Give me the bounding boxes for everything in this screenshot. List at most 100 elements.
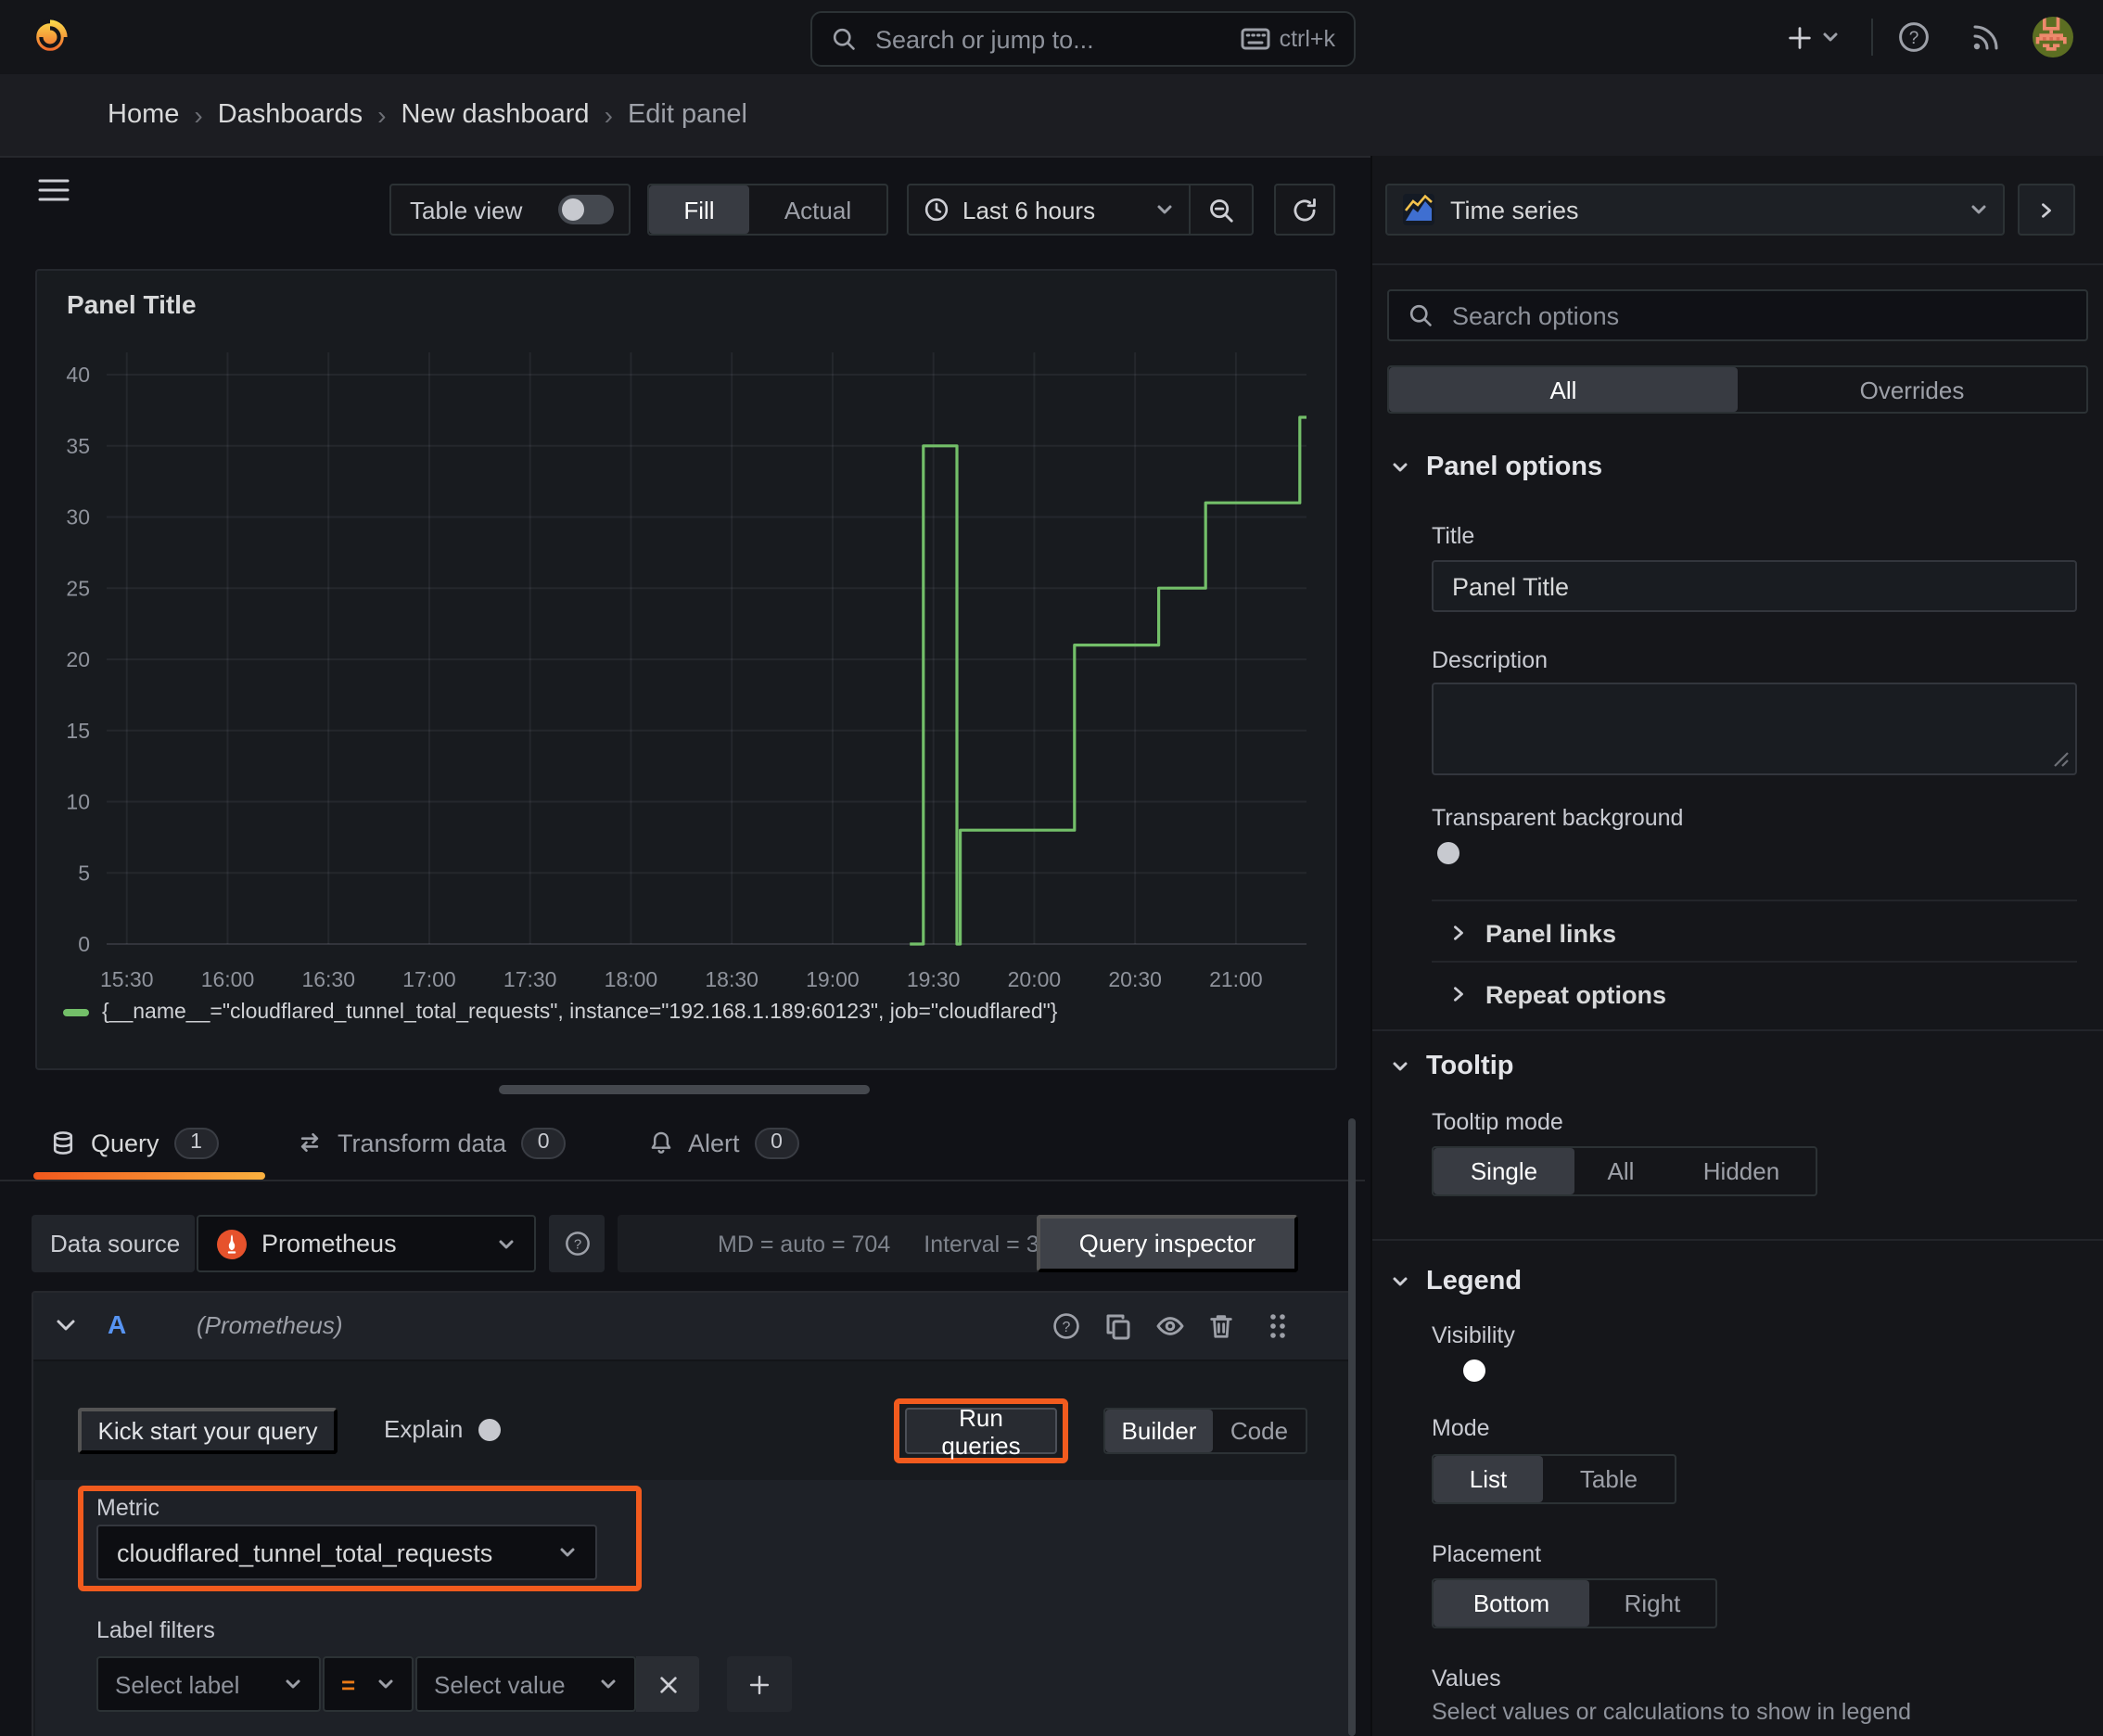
topbar-divider bbox=[1871, 19, 1873, 56]
chevron-down-icon bbox=[601, 1679, 616, 1689]
panel-title-field[interactable] bbox=[1432, 560, 2077, 612]
actual-option[interactable]: Actual bbox=[749, 185, 886, 234]
legend-placement-bottom[interactable]: Bottom bbox=[1434, 1580, 1589, 1627]
tooltip-mode-single[interactable]: Single bbox=[1434, 1148, 1574, 1194]
query-row-datasource: (Prometheus) bbox=[197, 1311, 343, 1339]
chevron-down-icon bbox=[560, 1548, 575, 1557]
collapse-chevron-icon[interactable] bbox=[56, 1319, 76, 1334]
duplicate-query-icon[interactable] bbox=[1103, 1311, 1133, 1341]
zoom-out-button[interactable] bbox=[1192, 185, 1252, 234]
menu-hamburger-icon[interactable] bbox=[37, 178, 70, 202]
legend-mode-table[interactable]: Table bbox=[1543, 1456, 1675, 1502]
visualization-name: Time series bbox=[1450, 196, 1579, 223]
chart-legend-item[interactable]: {__name__="cloudflared_tunnel_total_requ… bbox=[63, 1002, 1057, 1024]
fill-actual-switch: Fill Actual bbox=[647, 184, 888, 236]
panel-options-section-header[interactable]: Panel options bbox=[1391, 453, 1602, 482]
breadcrumb-item-dashboards[interactable]: Dashboards bbox=[218, 100, 363, 130]
global-search[interactable]: ctrl+k bbox=[810, 11, 1356, 67]
legend-mode-switch: List Table bbox=[1432, 1454, 1676, 1504]
tab-query[interactable]: Query 1 bbox=[50, 1118, 219, 1167]
drag-handle-icon[interactable] bbox=[1265, 1311, 1291, 1341]
fill-option[interactable]: Fill bbox=[649, 185, 749, 234]
metric-dropdown[interactable]: cloudflared_tunnel_total_requests bbox=[96, 1525, 597, 1580]
resize-handle-icon[interactable] bbox=[2053, 751, 2070, 768]
close-x-icon bbox=[659, 1676, 676, 1692]
panel-links-section[interactable]: Panel links bbox=[1450, 914, 1616, 951]
x-axis-tick-label: 16:30 bbox=[301, 967, 355, 991]
tab-transform-data[interactable]: Transform data 0 bbox=[297, 1118, 567, 1167]
delete-query-trash-icon[interactable] bbox=[1207, 1311, 1235, 1341]
create-menu-button[interactable] bbox=[1786, 15, 1840, 59]
time-range-picker[interactable]: Last 6 hours bbox=[909, 185, 1190, 234]
chevron-right-icon bbox=[2042, 202, 2051, 217]
run-queries-button[interactable]: Run queries bbox=[905, 1403, 1057, 1459]
tab-alert[interactable]: Alert 0 bbox=[649, 1118, 799, 1167]
chevron-right-icon bbox=[1454, 925, 1463, 940]
explain-label: Explain bbox=[384, 1415, 464, 1443]
builder-option[interactable]: Builder bbox=[1105, 1410, 1213, 1452]
nav-bar: Home › Dashboards › New dashboard › Edit panel… bbox=[0, 74, 2103, 215]
plus-icon bbox=[749, 1674, 770, 1694]
metric-value: cloudflared_tunnel_total_requests bbox=[117, 1538, 493, 1566]
datasource-name: Prometheus bbox=[261, 1230, 397, 1257]
help-icon[interactable]: ? bbox=[1897, 20, 1931, 54]
global-search-input[interactable] bbox=[872, 23, 1226, 55]
time-series-viz-icon bbox=[1403, 194, 1434, 225]
main-scrollbar[interactable] bbox=[1348, 1118, 1355, 1736]
tab-alert-label: Alert bbox=[688, 1129, 740, 1156]
y-axis-tick-label: 25 bbox=[66, 576, 90, 600]
legend-mode-list[interactable]: List bbox=[1434, 1456, 1543, 1502]
datasource-picker[interactable]: Prometheus bbox=[197, 1215, 536, 1272]
user-avatar[interactable] bbox=[2033, 17, 2073, 57]
chevron-down-icon bbox=[1393, 1062, 1408, 1071]
legend-placement-right[interactable]: Right bbox=[1589, 1580, 1715, 1627]
x-axis-tick-label: 18:30 bbox=[705, 967, 758, 991]
x-axis-tick-label: 16:00 bbox=[201, 967, 255, 991]
panel-title-input[interactable] bbox=[1434, 572, 2075, 600]
query-inspector-button[interactable]: Query inspector bbox=[1037, 1215, 1298, 1272]
tooltip-section-header[interactable]: Tooltip bbox=[1391, 1052, 1514, 1081]
toggle-options-pane-button[interactable] bbox=[2018, 184, 2075, 236]
breadcrumb-item-home[interactable]: Home bbox=[108, 100, 179, 130]
series-line bbox=[910, 415, 1306, 946]
grafana-logo-icon[interactable] bbox=[30, 17, 70, 57]
table-view-toggle[interactable] bbox=[558, 195, 614, 224]
datasource-help-button[interactable]: ? bbox=[549, 1215, 605, 1272]
search-options-field[interactable] bbox=[1387, 289, 2088, 341]
query-row-header[interactable]: A (Prometheus) ? bbox=[33, 1293, 1352, 1361]
remove-filter-button[interactable] bbox=[636, 1656, 699, 1712]
refresh-button[interactable] bbox=[1274, 184, 1335, 236]
tab-overrides[interactable]: Overrides bbox=[1738, 367, 2086, 412]
time-series-chart[interactable]: 15:30 16:00 16:30 17:00 17:30 18:00 18:30 19:00… bbox=[37, 271, 1335, 1068]
tooltip-mode-hidden[interactable]: Hidden bbox=[1667, 1148, 1816, 1194]
max-data-points-stat: MD = auto = 704 bbox=[718, 1231, 891, 1257]
visualization-picker[interactable]: Time series bbox=[1385, 184, 2005, 236]
x-axis-tick-label: 21:00 bbox=[1209, 967, 1263, 991]
legend-visibility-label: Visibility bbox=[1432, 1322, 1515, 1348]
metric-label: Metric bbox=[96, 1495, 160, 1521]
add-filter-button[interactable] bbox=[727, 1656, 792, 1712]
tooltip-mode-all[interactable]: All bbox=[1574, 1148, 1667, 1194]
query-options-summary[interactable]: MD = auto = 704 Interval = 30s bbox=[618, 1215, 1059, 1272]
pane-resize-handle[interactable] bbox=[499, 1085, 870, 1093]
search-options-input[interactable] bbox=[1434, 301, 2086, 329]
operator-dropdown[interactable]: = bbox=[323, 1656, 414, 1712]
tab-all[interactable]: All bbox=[1389, 367, 1738, 412]
tab-query-count: 1 bbox=[173, 1127, 219, 1158]
query-help-icon[interactable]: ? bbox=[1052, 1311, 1081, 1341]
tab-transform-count: 0 bbox=[521, 1127, 567, 1158]
breadcrumb-item-new-dashboard[interactable]: New dashboard bbox=[401, 100, 589, 130]
toggle-visibility-eye-icon[interactable] bbox=[1155, 1311, 1185, 1341]
repeat-options-section[interactable]: Repeat options bbox=[1450, 976, 1666, 1013]
news-rss-icon[interactable] bbox=[1969, 20, 2003, 54]
kick-start-query-button[interactable]: Kick start your query bbox=[78, 1408, 338, 1454]
legend-section-header[interactable]: Legend bbox=[1391, 1267, 1522, 1296]
chevron-right-icon bbox=[1454, 987, 1463, 1002]
description-field[interactable] bbox=[1432, 683, 2077, 775]
chevron-down-icon bbox=[1158, 205, 1173, 214]
legend-placement-switch: Bottom Right bbox=[1432, 1578, 1717, 1628]
description-textarea[interactable] bbox=[1434, 684, 2075, 773]
select-value-dropdown[interactable]: Select value bbox=[415, 1656, 636, 1712]
select-label-dropdown[interactable]: Select label bbox=[96, 1656, 321, 1712]
code-option[interactable]: Code bbox=[1213, 1410, 1306, 1452]
